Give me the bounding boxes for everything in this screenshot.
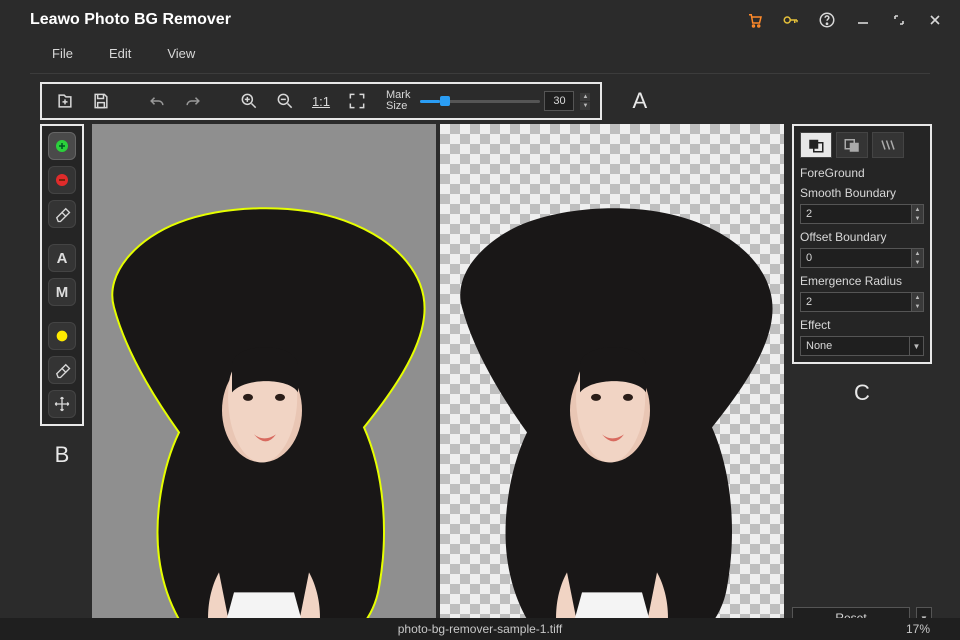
save-icon[interactable] <box>88 88 114 114</box>
auto-mode-button[interactable]: A <box>48 244 76 272</box>
left-tools-column: A M B <box>40 124 84 629</box>
mark-size-slider[interactable] <box>420 100 540 103</box>
smooth-boundary-input[interactable]: 2 ▲▼ <box>800 204 924 224</box>
brush-tool[interactable] <box>48 356 76 384</box>
annotation-c: C <box>792 380 932 406</box>
move-tool[interactable] <box>48 390 76 418</box>
workspace: A M B <box>0 124 960 629</box>
app-title: Leawo Photo BG Remover <box>30 11 231 29</box>
tab-foreground-icon[interactable] <box>800 132 832 158</box>
offset-boundary-input[interactable]: 0 ▲▼ <box>800 248 924 268</box>
manual-mode-button[interactable]: M <box>48 278 76 306</box>
actual-size-button[interactable]: 1:1 <box>308 88 334 114</box>
cart-icon[interactable] <box>746 11 764 29</box>
emergence-radius-input[interactable]: 2 ▲▼ <box>800 292 924 312</box>
key-icon[interactable] <box>782 11 800 29</box>
section-title: ForeGround <box>800 166 924 180</box>
tab-effect-icon[interactable] <box>872 132 904 158</box>
smooth-boundary-label: Smooth Boundary <box>800 186 924 200</box>
status-zoom: 17% <box>906 622 930 636</box>
statusbar: photo-bg-remover-sample-1.tiff 17% <box>0 618 960 640</box>
status-filename: photo-bg-remover-sample-1.tiff <box>398 622 563 636</box>
mark-size-value[interactable]: 30 <box>544 91 574 111</box>
annotation-b: B <box>40 442 84 468</box>
fit-screen-icon[interactable] <box>344 88 370 114</box>
left-toolbox: A M <box>40 124 84 426</box>
offset-boundary-label: Offset Boundary <box>800 230 924 244</box>
panel-tabs <box>800 132 924 158</box>
add-file-icon[interactable] <box>52 88 78 114</box>
top-toolbar-wrap: 1:1 MarkSize 30 ▲▼ A <box>40 82 932 120</box>
canvas-area <box>92 124 784 629</box>
zoom-out-icon[interactable] <box>272 88 298 114</box>
highlight-tool[interactable] <box>48 322 76 350</box>
tab-background-icon[interactable] <box>836 132 868 158</box>
menu-edit[interactable]: Edit <box>109 46 131 61</box>
eraser-tool[interactable] <box>48 200 76 228</box>
effect-label: Effect <box>800 318 924 332</box>
top-toolbar: 1:1 MarkSize 30 ▲▼ <box>40 82 602 120</box>
close-icon[interactable] <box>926 11 944 29</box>
original-canvas[interactable] <box>92 124 436 629</box>
remove-mark-tool[interactable] <box>48 166 76 194</box>
result-canvas[interactable] <box>440 124 784 629</box>
effect-select[interactable]: None ▼ <box>800 336 924 356</box>
properties-panel: ForeGround Smooth Boundary 2 ▲▼ Offset B… <box>792 124 932 364</box>
mark-size-label: MarkSize <box>386 90 410 112</box>
mark-size-spinner[interactable]: ▲▼ <box>580 93 590 110</box>
minimize-icon[interactable] <box>854 11 872 29</box>
titlebar-controls <box>746 11 944 29</box>
emergence-radius-label: Emergence Radius <box>800 274 924 288</box>
maximize-icon[interactable] <box>890 11 908 29</box>
right-panel: ForeGround Smooth Boundary 2 ▲▼ Offset B… <box>792 124 932 629</box>
mark-size-control: 30 ▲▼ <box>420 91 590 111</box>
menu-file[interactable]: File <box>52 46 73 61</box>
menu-view[interactable]: View <box>167 46 195 61</box>
titlebar: Leawo Photo BG Remover <box>0 0 960 40</box>
help-icon[interactable] <box>818 11 836 29</box>
menubar: File Edit View <box>0 40 960 73</box>
zoom-in-icon[interactable] <box>236 88 262 114</box>
redo-icon[interactable] <box>180 88 206 114</box>
annotation-a: A <box>632 88 647 114</box>
undo-icon[interactable] <box>144 88 170 114</box>
add-mark-tool[interactable] <box>48 132 76 160</box>
